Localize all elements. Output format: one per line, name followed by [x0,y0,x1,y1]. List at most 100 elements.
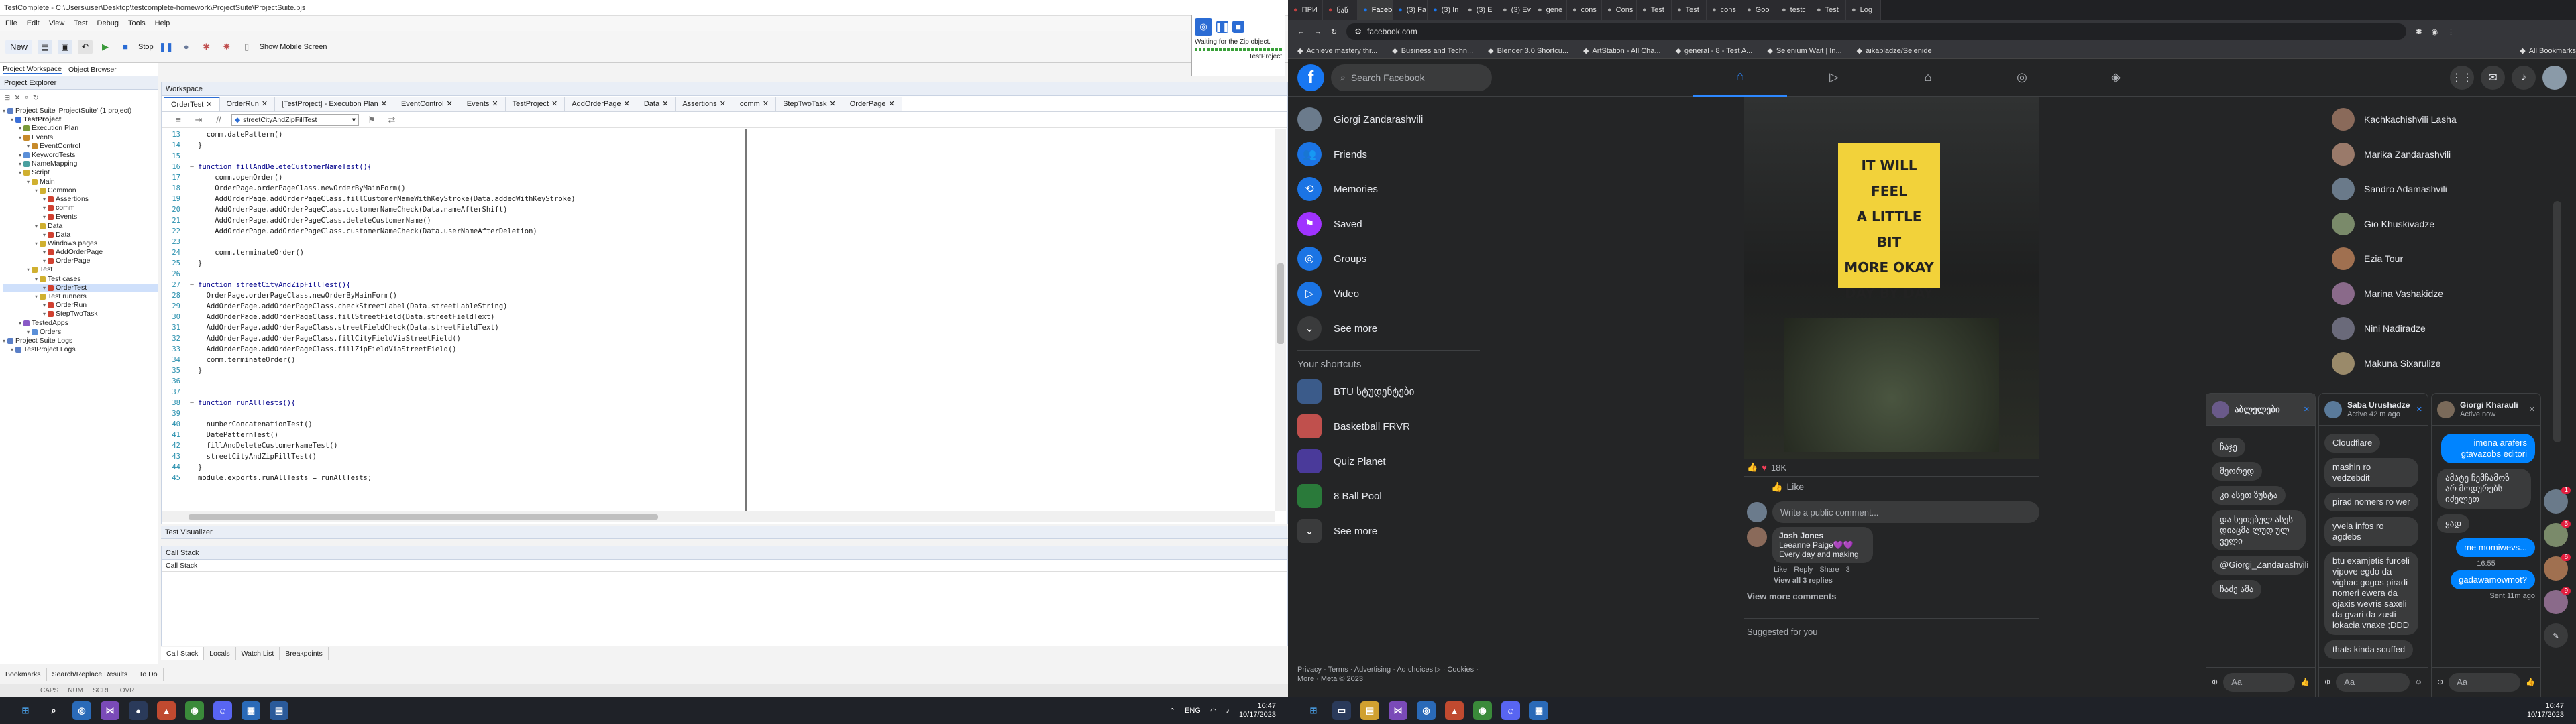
post-image[interactable]: IT WILL FEEL A LITTLE BIT MORE OKAY DAY BY … [1744,97,2039,459]
chat-head[interactable]: 5 [2544,520,2571,547]
refresh-icon[interactable]: ↻ [33,93,39,102]
menu-item-view[interactable]: View [49,19,65,27]
like-button[interactable]: 👍 Like [1744,476,2039,497]
browser-tab[interactable]: ● (3) In [1428,0,1462,20]
chat-title[interactable]: Giorgi Kharauli [2460,400,2524,410]
tree-item[interactable]: ▾ OrderPage [3,257,158,265]
browser-tab[interactable]: ● (3) Ev [1497,0,1532,20]
tree-item[interactable]: ▾ Project Suite Logs [3,337,158,345]
contact-item[interactable]: Gio Khuskivadze [2332,206,2553,241]
forward-icon[interactable]: → [1314,27,1322,36]
browser-tab[interactable]: ● ნაწ [1323,0,1358,20]
contact-item[interactable]: Marika Zandarashvili [2332,137,2553,172]
tree-item[interactable]: ▾ Common [3,186,158,195]
tab-ordertest[interactable]: OrderTest ✕ [164,96,220,111]
goto-icon[interactable]: ⇄ [384,113,399,127]
browser-tab[interactable]: ● Test [1672,0,1707,20]
search-input[interactable]: ⌕ Search Facebook [1331,64,1492,91]
expand-icon[interactable]: ▾ [43,310,46,318]
close-icon[interactable]: ✕ [720,99,726,108]
menu-item-tools[interactable]: Tools [128,19,146,27]
fold-icon[interactable] [186,462,198,473]
comment-input[interactable]: Write a public comment... [1772,501,2039,523]
fold-icon[interactable] [186,365,198,376]
tree-item[interactable]: ▾ OrderRun [3,301,158,310]
tree-item[interactable]: ▾ Script [3,168,158,177]
fold-icon[interactable] [186,387,198,398]
add-icon[interactable]: ⊕ [2324,678,2330,686]
browser-tab[interactable]: ● Test [1637,0,1672,20]
bookmark[interactable]: ◆ Blender 3.0 Shortcu... [1488,46,1568,56]
search-icon[interactable]: ⌕ [44,701,63,720]
bookmark[interactable]: ◆ Achieve mastery thr... [1297,46,1377,56]
tab-data[interactable]: Data ✕ [637,96,676,111]
bookmark[interactable]: ◆ Business and Techn... [1392,46,1473,56]
tree-item[interactable]: ▾ Project Suite 'ProjectSuite' (1 project… [3,107,158,115]
windows-start-icon[interactable]: ⊞ [16,701,35,720]
expand-icon[interactable]: ▾ [11,115,13,124]
reactions-row[interactable]: 👍 ♥ 18K [1744,459,2039,476]
footer-links[interactable]: Privacy · Terms · Advertising · Ad choic… [1297,665,1485,684]
debug-tab[interactable]: Watch List [236,647,280,660]
expand-icon[interactable]: ▾ [43,284,46,292]
add-icon[interactable]: ⊕ [2212,678,2218,686]
add-icon[interactable]: ⊕ [2437,678,2443,686]
language-indicator[interactable]: ENG [1185,707,1201,715]
view-more-comments-link[interactable]: View more comments [1744,591,2039,618]
shortcut-item[interactable]: BTU სტუდენტები [1288,374,1489,409]
tree-item[interactable]: ▾ Events [3,213,158,221]
tab-testproject[interactable]: TestProject ✕ [505,96,566,111]
fold-icon[interactable] [186,172,198,183]
tab-steptwotask[interactable]: StepTwoTask ✕ [776,96,843,111]
contact-item[interactable]: Kachkachishvili Lasha [2332,102,2553,137]
home-icon[interactable]: ⌂ [1693,59,1787,97]
discord-icon[interactable]: ☺ [213,701,232,720]
like-icon[interactable]: 👍 [2300,678,2310,686]
browser-tab[interactable]: ● (3) Fa [1393,0,1428,20]
contact-item[interactable]: Marina Vashakidze [2332,276,2553,311]
expand-icon[interactable]: ▾ [43,248,46,257]
fold-icon[interactable] [186,204,198,215]
groups-icon[interactable]: ◎ [1975,59,2069,97]
testcomplete-taskbar-icon[interactable]: ◎ [72,701,91,720]
expand-icon[interactable]: ▾ [35,186,38,195]
stop-icon[interactable]: ■ [118,40,133,54]
commenter-name[interactable]: Josh Jones [1779,531,1866,540]
reload-icon[interactable]: ↻ [1331,27,1337,36]
menu-item-edit[interactable]: Edit [27,19,40,27]
bookmark[interactable]: ◆ aikabladze/Selenide [1857,46,1932,56]
close-icon[interactable]: ✕ [206,100,212,109]
brave-icon[interactable]: ▲ [1445,701,1464,720]
fold-icon[interactable] [186,355,198,365]
close-icon[interactable]: ✕ [763,99,769,108]
expand-icon[interactable]: ▾ [19,168,21,177]
close-icon[interactable]: ✕ [2529,405,2535,414]
tree-item[interactable]: ▾ comm [3,204,158,213]
expand-icon[interactable]: ▾ [19,319,21,328]
volume-icon[interactable]: ♪ [1226,707,1230,715]
tab-orderpage[interactable]: OrderPage ✕ [843,96,902,111]
extension-icon[interactable]: ✱ [2416,27,2422,36]
menu-item-debug[interactable]: Debug [97,19,119,27]
apps-menu-icon[interactable]: ⋮⋮ [2450,65,2474,90]
browser-icon[interactable]: ● [129,701,148,720]
bottom-tab[interactable]: To Do [133,668,164,681]
close-icon[interactable]: ✕ [889,99,895,108]
expand-icon[interactable]: ▾ [19,151,21,160]
tab-comm[interactable]: comm ✕ [733,96,777,111]
notifications-icon[interactable]: ♪ [2512,65,2536,90]
fold-icon[interactable] [186,344,198,355]
browser-tab[interactable]: ● Cons [1602,0,1637,20]
menu-item-help[interactable]: Help [155,19,170,27]
tab-eventcontrol[interactable]: EventControl ✕ [394,96,460,111]
close-icon[interactable]: ✕ [624,99,630,108]
chat-head[interactable]: 6 [2544,554,2571,581]
fold-icon[interactable]: − [186,398,198,408]
messenger-icon[interactable]: ✉ [2481,65,2505,90]
tab-assertions[interactable]: Assertions ✕ [676,96,733,111]
sidebar-item-see-more[interactable]: ⌄ See more [1288,311,1489,346]
chat-head[interactable]: 9 [2544,587,2571,614]
contact-item[interactable]: Makuna Sixarulize [2332,346,2553,381]
browser-tab[interactable]: ● Test [1811,0,1846,20]
tree-item[interactable]: ▾ Data [3,231,158,239]
